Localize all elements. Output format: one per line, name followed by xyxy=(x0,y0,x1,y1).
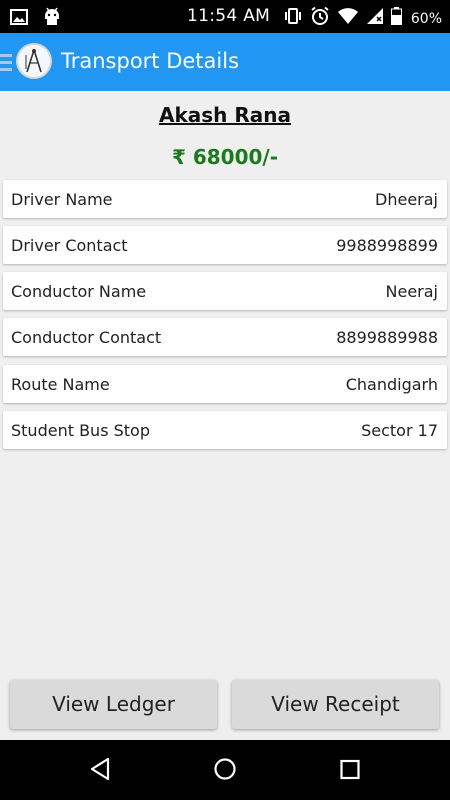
menu-icon[interactable] xyxy=(0,54,12,77)
status-right-icons: 60% xyxy=(283,6,442,31)
fee-amount: ₹ 68000/- xyxy=(171,145,279,169)
app-bar: Transport Details xyxy=(0,33,450,91)
detail-value: Chandigarh xyxy=(345,375,438,394)
home-icon[interactable] xyxy=(213,756,237,787)
battery-icon xyxy=(390,7,402,30)
signal-icon xyxy=(366,7,384,30)
detail-label: Conductor Contact xyxy=(11,328,162,347)
detail-value: Neeraj xyxy=(385,282,438,301)
status-time: 11:54 AM xyxy=(187,6,271,26)
student-name: Akash Rana xyxy=(158,103,291,127)
detail-label: Driver Contact xyxy=(11,236,128,255)
back-icon[interactable] xyxy=(88,756,112,787)
android-icon xyxy=(42,7,62,32)
wifi-icon xyxy=(337,7,359,30)
detail-row-driver-contact: Driver Contact 9988998899 xyxy=(3,226,447,264)
view-receipt-button[interactable]: View Receipt xyxy=(232,680,439,729)
detail-value: Dheeraj xyxy=(375,190,438,209)
status-left-icons xyxy=(10,7,62,32)
detail-row-bus-stop: Student Bus Stop Sector 17 xyxy=(3,411,447,449)
page-title: Transport Details xyxy=(61,49,240,73)
detail-row-conductor-name: Conductor Name Neeraj xyxy=(3,272,447,310)
detail-row-driver-name: Driver Name Dheeraj xyxy=(3,180,447,218)
vibrate-icon xyxy=(283,6,303,31)
alarm-icon xyxy=(310,6,330,31)
app-logo[interactable] xyxy=(16,43,52,79)
detail-label: Route Name xyxy=(11,375,110,394)
detail-value: 8899889988 xyxy=(336,328,438,347)
detail-label: Conductor Name xyxy=(11,282,147,301)
detail-label: Driver Name xyxy=(11,190,113,209)
detail-row-conductor-contact: Conductor Contact 8899889988 xyxy=(3,318,447,356)
detail-value: 9988998899 xyxy=(336,236,438,255)
battery-percent: 60% xyxy=(410,10,442,27)
detail-row-route-name: Route Name Chandigarh xyxy=(3,365,447,403)
detail-value: Sector 17 xyxy=(361,421,438,440)
detail-label: Student Bus Stop xyxy=(11,421,150,440)
navigation-bar xyxy=(0,740,450,800)
view-ledger-button[interactable]: View Ledger xyxy=(10,680,217,729)
image-icon xyxy=(10,8,28,31)
status-bar: 11:54 AM 60% xyxy=(0,0,450,33)
recents-icon[interactable] xyxy=(339,756,361,787)
